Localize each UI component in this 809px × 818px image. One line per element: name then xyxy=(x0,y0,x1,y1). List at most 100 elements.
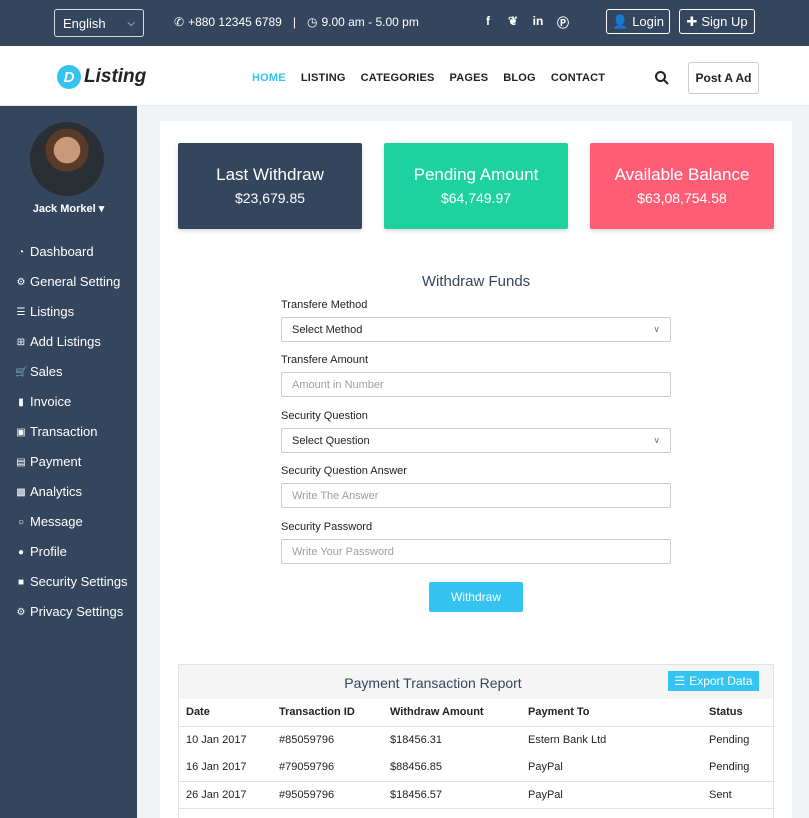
dashboard-icon: ◔ xyxy=(17,247,25,258)
login-button[interactable]: 👤 Login xyxy=(606,9,670,34)
bar-chart-icon: ▩ xyxy=(16,487,26,498)
withdraw-button[interactable]: Withdraw xyxy=(429,582,523,612)
method-select[interactable]: Select Method ∨ xyxy=(281,317,671,342)
sidebar-item-sales[interactable]: 🛒 Sales xyxy=(15,363,135,381)
sidebar-item-message[interactable]: ○ Message xyxy=(15,513,135,531)
sidebar-item-label: Message xyxy=(30,514,83,529)
sidebar-item-listings[interactable]: ☰ Listings xyxy=(15,303,135,321)
sidebar-item-label: Invoice xyxy=(30,394,72,409)
stat-title: Last Withdraw xyxy=(216,165,324,184)
search-icon[interactable] xyxy=(654,70,670,86)
column-header: Date xyxy=(179,699,272,727)
nav-contact[interactable]: CONTACT xyxy=(551,72,605,84)
pinterest-icon[interactable]: Ⓟ xyxy=(557,14,569,31)
stat-value: $63,08,754.58 xyxy=(637,190,727,206)
password-input[interactable]: Write Your Password xyxy=(281,539,671,564)
nav-categories[interactable]: CATEGORIES xyxy=(361,72,435,84)
sidebar-item-profile[interactable]: ● Profile xyxy=(15,543,135,561)
logo-badge: D xyxy=(57,65,81,89)
report-title: Payment Transaction Report xyxy=(344,675,522,691)
answer-label: Security Question Answer xyxy=(281,465,407,477)
nav-blog[interactable]: BLOG xyxy=(503,72,536,84)
linkedin-icon[interactable]: in xyxy=(532,14,544,31)
list-icon: ☰ xyxy=(674,674,686,688)
file-icon: ▮ xyxy=(18,397,24,408)
sidebar-item-label: Add Listings xyxy=(30,334,101,349)
sidebar: Jack Morkel ▾ ◔ Dashboard ⚙ General Settin… xyxy=(0,106,137,818)
logo[interactable]: D Listing xyxy=(57,65,146,89)
amount-input[interactable]: Amount in Number xyxy=(281,372,671,397)
nav-listing[interactable]: LISTING xyxy=(301,72,346,84)
lock-icon: ■ xyxy=(17,577,25,588)
amount-label: Transfere Amount xyxy=(281,354,369,366)
nav-home[interactable]: HOME xyxy=(252,72,286,84)
sidebar-item-payment[interactable]: ▤ Payment xyxy=(15,453,135,471)
password-label: Security Password xyxy=(281,521,373,533)
language-select[interactable]: English ⌵ xyxy=(54,9,144,37)
login-label: Login xyxy=(632,14,664,29)
chevron-down-icon: ∨ xyxy=(653,435,660,445)
cell-amount: $18456.57 xyxy=(383,781,521,809)
password-placeholder: Write Your Password xyxy=(292,545,394,558)
sidebar-item-general-setting[interactable]: ⚙ General Setting xyxy=(15,273,135,291)
answer-input[interactable]: Write The Answer xyxy=(281,483,671,508)
twitter-icon[interactable]: ❦ xyxy=(507,14,519,31)
form-title: Withdraw Funds xyxy=(421,273,531,290)
main-header: D Listing HOME LISTING CATEGORIES PAGES … xyxy=(0,46,809,106)
sidebar-item-analytics[interactable]: ▩ Analytics xyxy=(15,483,135,501)
amount-placeholder: Amount in Number xyxy=(292,378,384,391)
cell-status: Sent xyxy=(702,781,775,809)
chevron-down-icon: ∨ xyxy=(653,324,660,334)
cell-transaction-id: #79059796 xyxy=(272,753,383,782)
nav-pages[interactable]: PAGES xyxy=(450,72,489,84)
signup-button[interactable]: ✚ Sign Up xyxy=(679,9,755,34)
sidebar-item-label: Sales xyxy=(30,364,63,379)
stat-card-pending-amount: Pending Amount $64,749.97 xyxy=(384,143,568,229)
cell-status: Pending xyxy=(702,753,775,782)
transaction-table: Date Transaction ID Withdraw Amount Paym… xyxy=(179,699,775,809)
stat-value: $64,749.97 xyxy=(440,190,512,206)
caret-down-icon: ▾ xyxy=(98,203,105,215)
sidebar-item-transaction[interactable]: ▣ Transaction xyxy=(15,423,135,441)
top-bar: English ⌵ ✆ +880 12345 6789 | ◷ 9.00 am … xyxy=(0,0,809,46)
stat-title: Available Balance xyxy=(614,165,750,184)
contact-info: ✆ +880 12345 6789 | ◷ 9.00 am - 5.00 pm xyxy=(174,15,419,29)
column-header: Withdraw Amount xyxy=(383,699,521,727)
column-header: Status xyxy=(702,699,775,727)
user-icon: ● xyxy=(17,547,25,558)
avatar xyxy=(30,122,104,196)
question-select[interactable]: Select Question ∨ xyxy=(281,428,671,453)
table-row: 16 Jan 2017 #79059796 $88456.85 PayPal P… xyxy=(179,753,775,782)
sidebar-item-label: Analytics xyxy=(30,484,83,499)
sidebar-menu: ◔ Dashboard ⚙ General Setting ☰ Listings ⊞ A… xyxy=(15,243,135,633)
sidebar-item-add-listings[interactable]: ⊞ Add Listings xyxy=(15,333,135,351)
cell-payment-to: Estern Bank Ltd xyxy=(528,734,607,746)
phone-number: +880 12345 6789 xyxy=(188,15,282,29)
facebook-icon[interactable]: f xyxy=(482,14,494,31)
table-row: 26 Jan 2017 #95059796 $18456.57 PayPal S… xyxy=(179,781,775,809)
sidebar-item-security-settings[interactable]: ■ Security Settings xyxy=(15,573,135,591)
post-ad-button[interactable]: Post A Ad xyxy=(688,62,759,94)
clock-icon: ◷ xyxy=(306,15,318,29)
sidebar-item-label: General Setting xyxy=(30,274,121,289)
sidebar-item-label: Payment xyxy=(30,454,82,469)
gear-icon: ⚙ xyxy=(16,277,26,288)
gear-icon: ⚙ xyxy=(16,607,26,618)
sidebar-item-privacy-settings[interactable]: ⚙ Privacy Settings xyxy=(15,603,135,621)
sidebar-item-label: Profile xyxy=(30,544,67,559)
user-menu[interactable]: Jack Morkel ▾ xyxy=(0,202,137,215)
stat-card-available-balance: Available Balance $63,08,754.58 xyxy=(590,143,774,229)
sidebar-item-label: Security Settings xyxy=(30,574,128,589)
sidebar-item-invoice[interactable]: ▮ Invoice xyxy=(15,393,135,411)
list-icon: ☰ xyxy=(16,307,26,318)
method-label: Transfere Method xyxy=(281,299,368,311)
office-hours: 9.00 am - 5.00 pm xyxy=(321,15,419,29)
sidebar-item-dashboard[interactable]: ◔ Dashboard xyxy=(15,243,135,261)
comment-icon: ○ xyxy=(17,517,25,528)
cart-icon: 🛒 xyxy=(15,367,28,378)
logo-text: Listing xyxy=(84,66,147,87)
username: Jack Morkel xyxy=(32,203,96,215)
table-header-row: Date Transaction ID Withdraw Amount Paym… xyxy=(179,699,775,727)
cell-amount: $88456.85 xyxy=(383,753,521,782)
export-data-button[interactable]: ☰ Export Data xyxy=(668,671,759,691)
